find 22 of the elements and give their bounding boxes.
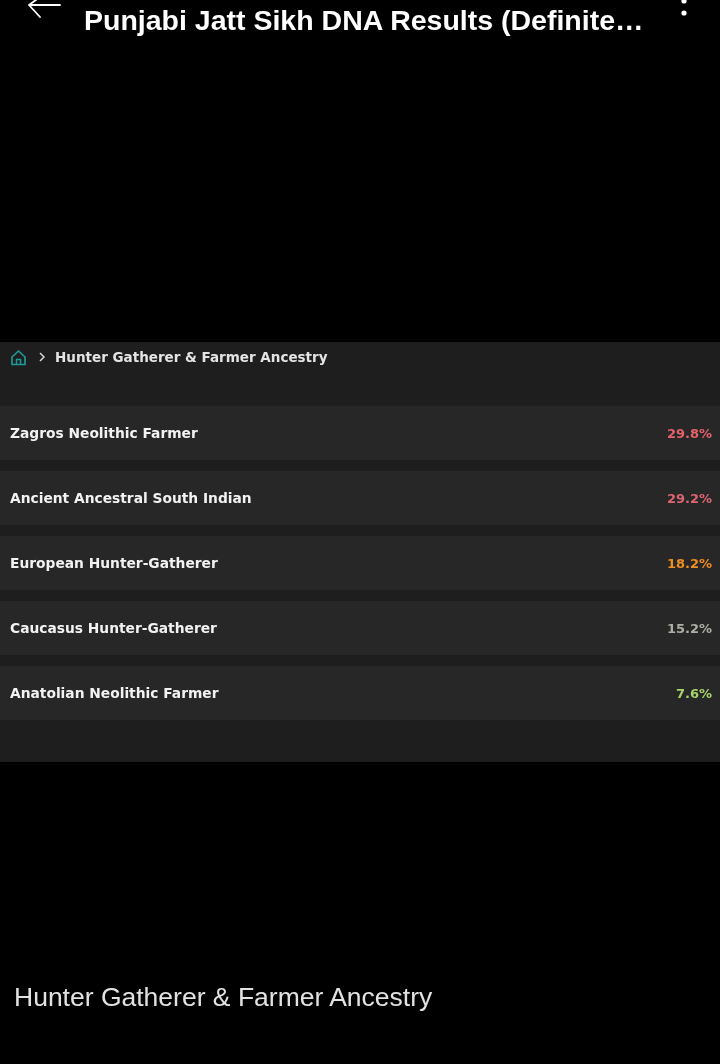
image-caption: Hunter Gatherer & Farmer Ancestry [14,982,434,1013]
ancestry-row[interactable]: Zagros Neolithic Farmer 29.8% [0,406,720,460]
population-name: Zagros Neolithic Farmer [10,425,198,441]
percentage-value: 7.6% [675,685,712,701]
ancestry-row[interactable]: Ancient Ancestral South Indian 29.2% [0,471,720,525]
more-options-icon[interactable] [681,0,687,16]
chevron-right-icon [39,352,45,362]
ancestry-row[interactable]: Caucasus Hunter-Gatherer 15.2% [0,601,720,655]
home-icon[interactable] [10,348,27,366]
percentage-value: 18.2% [666,555,712,571]
back-arrow-icon[interactable] [27,0,61,18]
population-name: Anatolian Neolithic Farmer [10,685,219,701]
percentage-value: 29.2% [666,490,712,506]
post-title: Punjabi Jatt Sikh DNA Results (Definite… [84,3,644,37]
breadcrumb-link[interactable]: Hunter Gatherer & Farmer Ancestry [55,349,328,365]
population-name: European Hunter-Gatherer [10,555,218,571]
percentage-value: 15.2% [666,620,712,636]
ancestry-row[interactable]: European Hunter-Gatherer 18.2% [0,536,720,590]
population-name: Ancient Ancestral South Indian [10,490,252,506]
population-name: Caucasus Hunter-Gatherer [10,620,217,636]
ancestry-row[interactable]: Anatolian Neolithic Farmer 7.6% [0,666,720,720]
percentage-value: 29.8% [666,425,712,441]
